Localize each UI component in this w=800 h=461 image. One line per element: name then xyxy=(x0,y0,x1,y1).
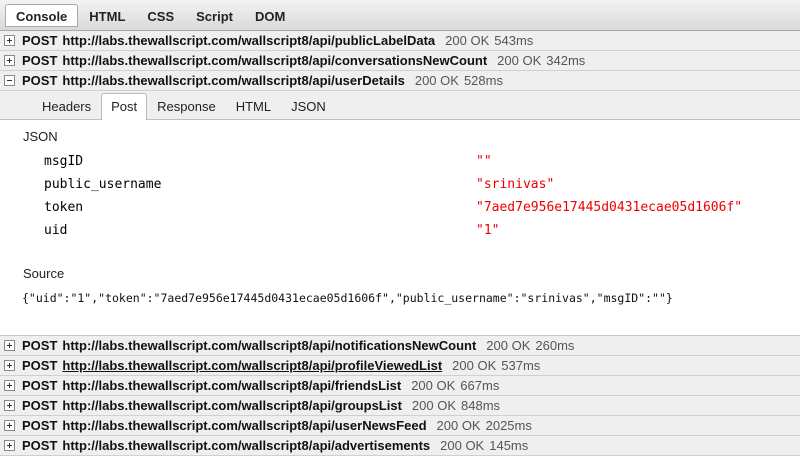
json-section-label: JSON xyxy=(23,129,58,144)
request-time: 260ms xyxy=(535,338,575,353)
request-status: 200 OK xyxy=(411,398,457,413)
request-time: 145ms xyxy=(489,438,529,453)
collapse-icon[interactable] xyxy=(4,75,15,86)
request-status: 200 OK xyxy=(436,418,481,433)
request-method: POST xyxy=(22,33,58,48)
request-method: POST xyxy=(22,358,58,373)
tab-html[interactable]: HTML xyxy=(78,4,136,27)
request-method: POST xyxy=(22,378,58,393)
request-row[interactable]: POST http://labs.thewallscript.com/walls… xyxy=(0,436,800,456)
request-url[interactable]: http://labs.thewallscript.com/wallscript… xyxy=(62,398,402,413)
subtab-response[interactable]: Response xyxy=(147,93,226,119)
source-section-label: Source xyxy=(23,266,65,281)
request-time: 528ms xyxy=(463,73,503,88)
param-key: uid xyxy=(44,223,68,238)
param-value: "1" xyxy=(476,223,500,238)
request-row-expanded[interactable]: POST http://labs.thewallscript.com/walls… xyxy=(0,71,800,91)
request-url[interactable]: http://labs.thewallscript.com/wallscript… xyxy=(62,438,430,453)
param-key: token xyxy=(44,200,84,215)
request-time: 2025ms xyxy=(485,418,532,433)
tab-script[interactable]: Script xyxy=(185,4,244,27)
request-method: POST xyxy=(22,338,58,353)
request-url[interactable]: http://labs.thewallscript.com/wallscript… xyxy=(62,418,426,433)
request-time: 537ms xyxy=(501,358,541,373)
param-row: public_username "srinivas" xyxy=(0,174,800,197)
subtab-post[interactable]: Post xyxy=(101,93,148,120)
request-row[interactable]: POST http://labs.thewallscript.com/walls… xyxy=(0,31,800,51)
expand-icon[interactable] xyxy=(4,360,15,371)
tab-console[interactable]: Console xyxy=(5,3,79,27)
request-time: 342ms xyxy=(546,53,586,68)
request-url[interactable]: http://labs.thewallscript.com/wallscript… xyxy=(62,378,401,393)
request-method: POST xyxy=(22,73,58,88)
request-time: 667ms xyxy=(460,378,500,393)
subtab-json[interactable]: JSON xyxy=(281,93,336,119)
tab-dom[interactable]: DOM xyxy=(244,4,296,27)
request-status: 200 OK xyxy=(445,33,490,48)
request-url[interactable]: http://labs.thewallscript.com/wallscript… xyxy=(62,338,476,353)
expand-icon[interactable] xyxy=(4,380,15,391)
request-row[interactable]: POST http://labs.thewallscript.com/walls… xyxy=(0,51,800,71)
request-status: 200 OK xyxy=(452,358,497,373)
request-row[interactable]: POST http://labs.thewallscript.com/walls… xyxy=(0,356,800,376)
param-key: msgID xyxy=(44,154,84,169)
request-url[interactable]: http://labs.thewallscript.com/wallscript… xyxy=(62,53,487,68)
request-status: 200 OK xyxy=(497,53,542,68)
param-row: msgID "" xyxy=(0,151,800,174)
request-row[interactable]: POST http://labs.thewallscript.com/walls… xyxy=(0,416,800,436)
param-value: "srinivas" xyxy=(476,177,555,192)
subtab-html[interactable]: HTML xyxy=(226,93,281,119)
request-status: 200 OK xyxy=(440,438,485,453)
detail-tab-bar: Headers Post Response HTML JSON xyxy=(0,91,800,120)
request-time: 848ms xyxy=(461,398,501,413)
expand-icon[interactable] xyxy=(4,340,15,351)
request-row[interactable]: POST http://labs.thewallscript.com/walls… xyxy=(0,376,800,396)
expand-icon[interactable] xyxy=(4,35,15,46)
firebug-tab-bar: Console HTML CSS Script DOM xyxy=(0,0,800,31)
param-key: public_username xyxy=(44,177,162,192)
param-value: "7aed7e956e17445d0431ecae05d1606f" xyxy=(476,200,743,215)
request-status: 200 OK xyxy=(486,338,531,353)
request-row[interactable]: POST http://labs.thewallscript.com/walls… xyxy=(0,396,800,416)
expand-icon[interactable] xyxy=(4,400,15,411)
param-value: "" xyxy=(476,154,492,169)
request-detail-panel: Headers Post Response HTML JSON JSON msg… xyxy=(0,91,800,336)
request-time: 543ms xyxy=(494,33,534,48)
request-method: POST xyxy=(22,418,58,433)
source-text: {"uid":"1","token":"7aed7e956e17445d0431… xyxy=(22,291,673,305)
subtab-headers[interactable]: Headers xyxy=(32,93,101,119)
expand-icon[interactable] xyxy=(4,440,15,451)
request-method: POST xyxy=(22,438,58,453)
request-method: POST xyxy=(22,398,58,413)
param-row: token "7aed7e956e17445d0431ecae05d1606f" xyxy=(0,197,800,220)
request-status: 200 OK xyxy=(411,378,456,393)
request-row[interactable]: POST http://labs.thewallscript.com/walls… xyxy=(0,336,800,356)
tab-css[interactable]: CSS xyxy=(136,4,185,27)
request-method: POST xyxy=(22,53,58,68)
expand-icon[interactable] xyxy=(4,420,15,431)
expand-icon[interactable] xyxy=(4,55,15,66)
request-url[interactable]: http://labs.thewallscript.com/wallscript… xyxy=(62,358,442,373)
param-row: uid "1" xyxy=(0,220,800,243)
request-url[interactable]: http://labs.thewallscript.com/wallscript… xyxy=(62,33,435,48)
request-status: 200 OK xyxy=(414,73,459,88)
request-url[interactable]: http://labs.thewallscript.com/wallscript… xyxy=(62,73,404,88)
